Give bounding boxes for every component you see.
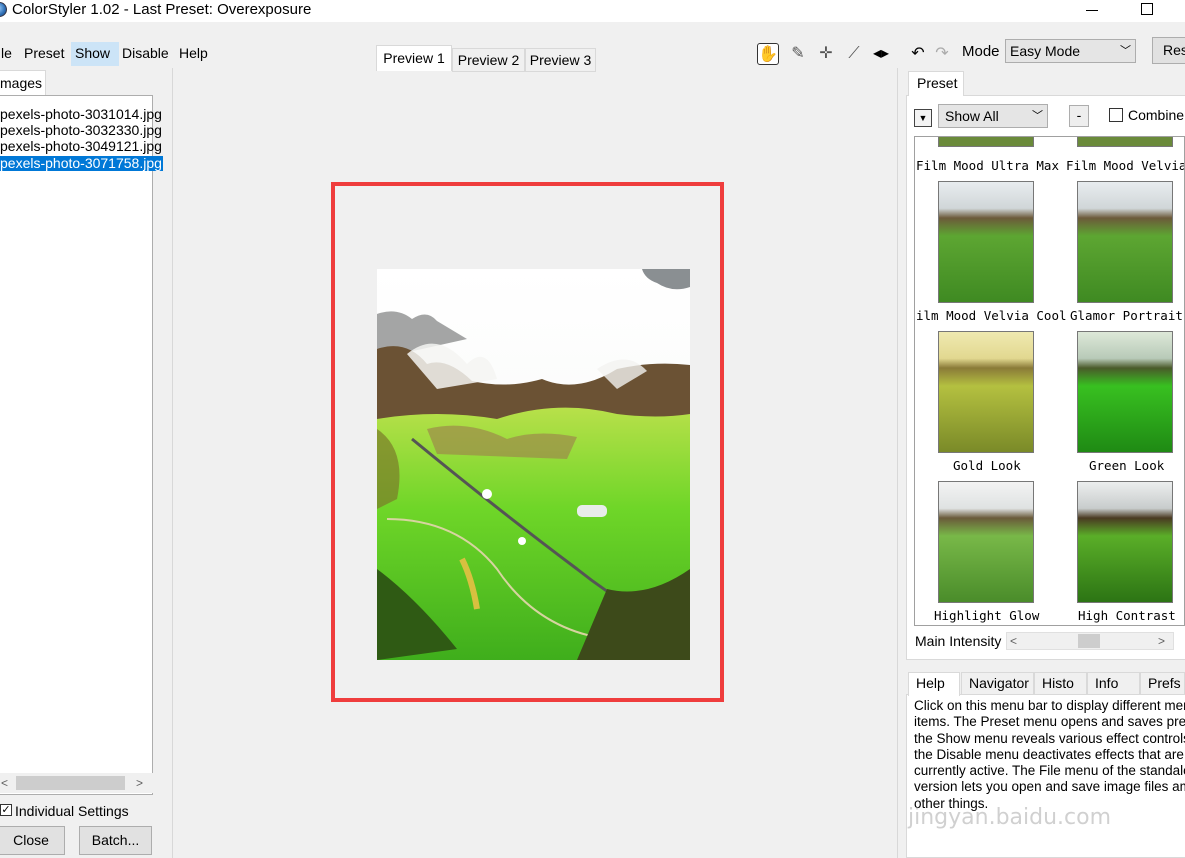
preset-thumbnail[interactable] <box>1077 137 1173 147</box>
preset-filter-value: Show All <box>945 108 999 124</box>
tab-histo[interactable]: Histo <box>1034 672 1087 695</box>
redo-icon[interactable]: ↷ <box>931 43 953 65</box>
tab-help[interactable]: Help <box>908 672 960 696</box>
preset-label: Film Mood Ultra Max <box>916 158 1059 173</box>
images-tab-label: mages <box>0 75 43 91</box>
combine-checkbox[interactable] <box>1109 108 1123 122</box>
slider-right-arrow-icon[interactable]: > <box>1158 634 1165 648</box>
preset-label: Green Look <box>1089 458 1165 473</box>
preset-thumbnail[interactable] <box>938 137 1034 147</box>
main-intensity-label: Main Intensity <box>915 633 1002 649</box>
preset-label: Highlight Glow <box>934 608 1040 623</box>
menu-show[interactable]: Show <box>73 45 112 61</box>
tab-prefs[interactable]: Prefs <box>1140 672 1185 695</box>
slider-thumb[interactable] <box>1078 634 1100 648</box>
file-item[interactable]: pexels-photo-3049121.jpg <box>0 139 163 154</box>
help-text: Click on this menu bar to display differ… <box>914 698 1185 811</box>
preset-thumbnail[interactable] <box>1077 481 1173 603</box>
maximize-button[interactable] <box>1141 3 1153 15</box>
preset-thumbnail[interactable] <box>1077 181 1173 303</box>
preset-thumbnail[interactable] <box>1077 331 1173 453</box>
hand-icon[interactable]: ✋ <box>757 43 779 65</box>
undo-icon[interactable]: ↶ <box>907 43 929 65</box>
minus-button[interactable]: - <box>1069 105 1089 127</box>
eyedropper-icon[interactable]: ✎ <box>787 43 809 65</box>
individual-settings-label: Individual Settings <box>15 803 129 819</box>
preview-image[interactable] <box>377 269 690 660</box>
crosshair-icon[interactable]: ✛ <box>815 43 837 65</box>
tab-preset[interactable]: Preset <box>908 71 964 96</box>
mode-select[interactable]: Easy Mode ﹀ <box>1005 39 1136 63</box>
preset-label: High Contrast <box>1078 608 1176 623</box>
file-list[interactable]: pexels-photo-3031014.jpg pexels-photo-30… <box>0 95 163 795</box>
split-view-icon[interactable]: ◂▸ <box>870 43 892 65</box>
preset-label: ilm Mood Velvia Cool <box>916 308 1067 323</box>
window-title: ColorStyler 1.02 - Last Preset: Overexpo… <box>12 1 312 18</box>
chevron-down-icon: ﹀ <box>1120 45 1131 57</box>
tab-preview-1[interactable]: Preview 1 <box>376 45 452 71</box>
mode-label: Mode <box>962 43 1000 60</box>
menu-file[interactable]: le <box>0 45 14 61</box>
mode-value: Easy Mode <box>1010 43 1081 59</box>
chevron-down-icon: ﹀ <box>1032 110 1043 122</box>
close-button[interactable]: Close <box>0 826 65 855</box>
minimize-button[interactable] <box>1084 0 1100 20</box>
preset-filter-select[interactable]: Show All ﹀ <box>938 104 1048 128</box>
preset-grid[interactable]: Film Mood Ultra Max Film Mood Velvia ilm… <box>914 136 1185 626</box>
menu-preset[interactable]: Preset <box>22 45 66 61</box>
tab-preview-2[interactable]: Preview 2 <box>452 48 525 72</box>
preset-label: Film Mood Velvia <box>1066 158 1185 173</box>
scroll-right-arrow-icon[interactable]: > <box>136 776 143 790</box>
file-item[interactable]: pexels-photo-3032330.jpg <box>0 123 163 138</box>
file-item-selected[interactable]: pexels-photo-3071758.jpg <box>0 156 163 171</box>
watermark-text: jingyan.baidu.com <box>908 805 1112 830</box>
menu-disable[interactable]: Disable <box>120 45 171 61</box>
scrollbar-thumb[interactable] <box>16 776 125 790</box>
app-icon <box>0 2 7 17</box>
individual-settings-checkbox[interactable]: ✓ <box>0 804 12 816</box>
preset-thumbnail[interactable] <box>938 181 1034 303</box>
scroll-left-arrow-icon[interactable]: < <box>1 776 8 790</box>
file-item[interactable]: pexels-photo-3031014.jpg <box>0 107 163 122</box>
preset-thumbnail[interactable] <box>938 331 1034 453</box>
batch-button[interactable]: Batch... <box>79 826 152 855</box>
combine-label: Combine <box>1128 107 1185 123</box>
title-bar: ColorStyler 1.02 - Last Preset: Overexpo… <box>0 0 1185 22</box>
tab-navigator[interactable]: Navigator <box>961 672 1034 695</box>
tab-info[interactable]: Info <box>1087 672 1140 695</box>
preset-thumbnail[interactable] <box>938 481 1034 603</box>
tab-preview-3[interactable]: Preview 3 <box>525 48 596 72</box>
reset-button[interactable]: Res <box>1152 37 1185 64</box>
preset-label: Gold Look <box>953 458 1021 473</box>
preset-menu-button[interactable]: ▼ <box>914 109 932 127</box>
slider-left-arrow-icon[interactable]: < <box>1010 634 1017 648</box>
menu-help[interactable]: Help <box>177 45 210 61</box>
brush-icon[interactable]: ⟋ <box>843 43 865 65</box>
preset-label: Glamor Portrait <box>1070 308 1183 323</box>
